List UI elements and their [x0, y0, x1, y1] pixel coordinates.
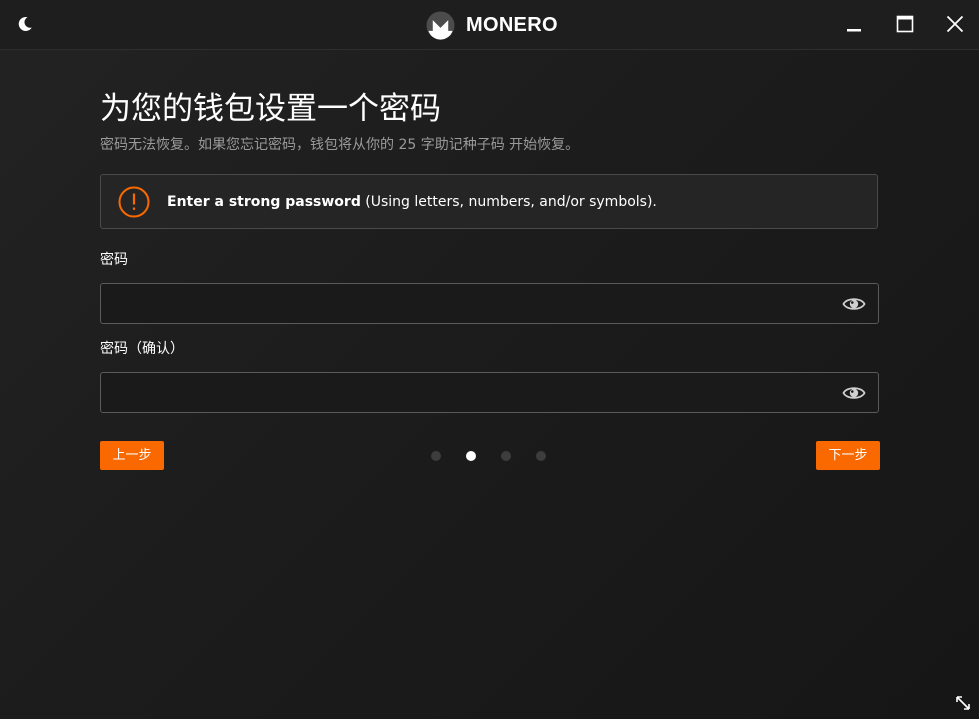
step-dot-4 — [536, 451, 546, 461]
notice-bold-text: Enter a strong password — [167, 194, 361, 210]
password-field[interactable] — [100, 283, 879, 324]
password-confirm-input[interactable] — [111, 379, 835, 408]
maximize-icon[interactable] — [895, 14, 915, 34]
moon-icon[interactable] — [16, 15, 34, 33]
step-dot-2 — [466, 451, 476, 461]
close-icon[interactable] — [945, 14, 965, 34]
alert-circle-icon — [118, 186, 150, 218]
step-dot-3 — [501, 451, 511, 461]
eye-icon[interactable] — [842, 382, 866, 404]
password-strength-notice: Enter a strong password (Using letters, … — [100, 174, 878, 229]
notice-rest-text: (Using letters, numbers, and/or symbols)… — [360, 194, 657, 210]
page-subtitle: 密码无法恢复。如果您忘记密码，钱包将从你的 25 字助记种子码 开始恢复。 — [100, 137, 580, 153]
app-name: MONERO — [466, 13, 558, 36]
password-confirm-label: 密码（确认） — [100, 341, 184, 357]
title-bar: MONERO — [0, 0, 979, 50]
brand: MONERO — [426, 10, 558, 40]
password-input[interactable] — [111, 290, 835, 319]
notice-text: Enter a strong password (Using letters, … — [167, 192, 657, 212]
page-title: 为您的钱包设置一个密码 — [100, 91, 441, 127]
step-indicator — [431, 450, 551, 462]
next-button[interactable]: 下一步 — [816, 441, 880, 470]
prev-button[interactable]: 上一步 — [100, 441, 164, 470]
step-dot-1 — [431, 451, 441, 461]
monero-logo-icon — [426, 10, 455, 40]
resize-diagonal-icon[interactable] — [955, 695, 971, 711]
eye-icon[interactable] — [842, 293, 866, 315]
minimize-icon[interactable] — [844, 14, 864, 34]
password-label: 密码 — [100, 252, 128, 268]
password-confirm-field[interactable] — [100, 372, 879, 413]
